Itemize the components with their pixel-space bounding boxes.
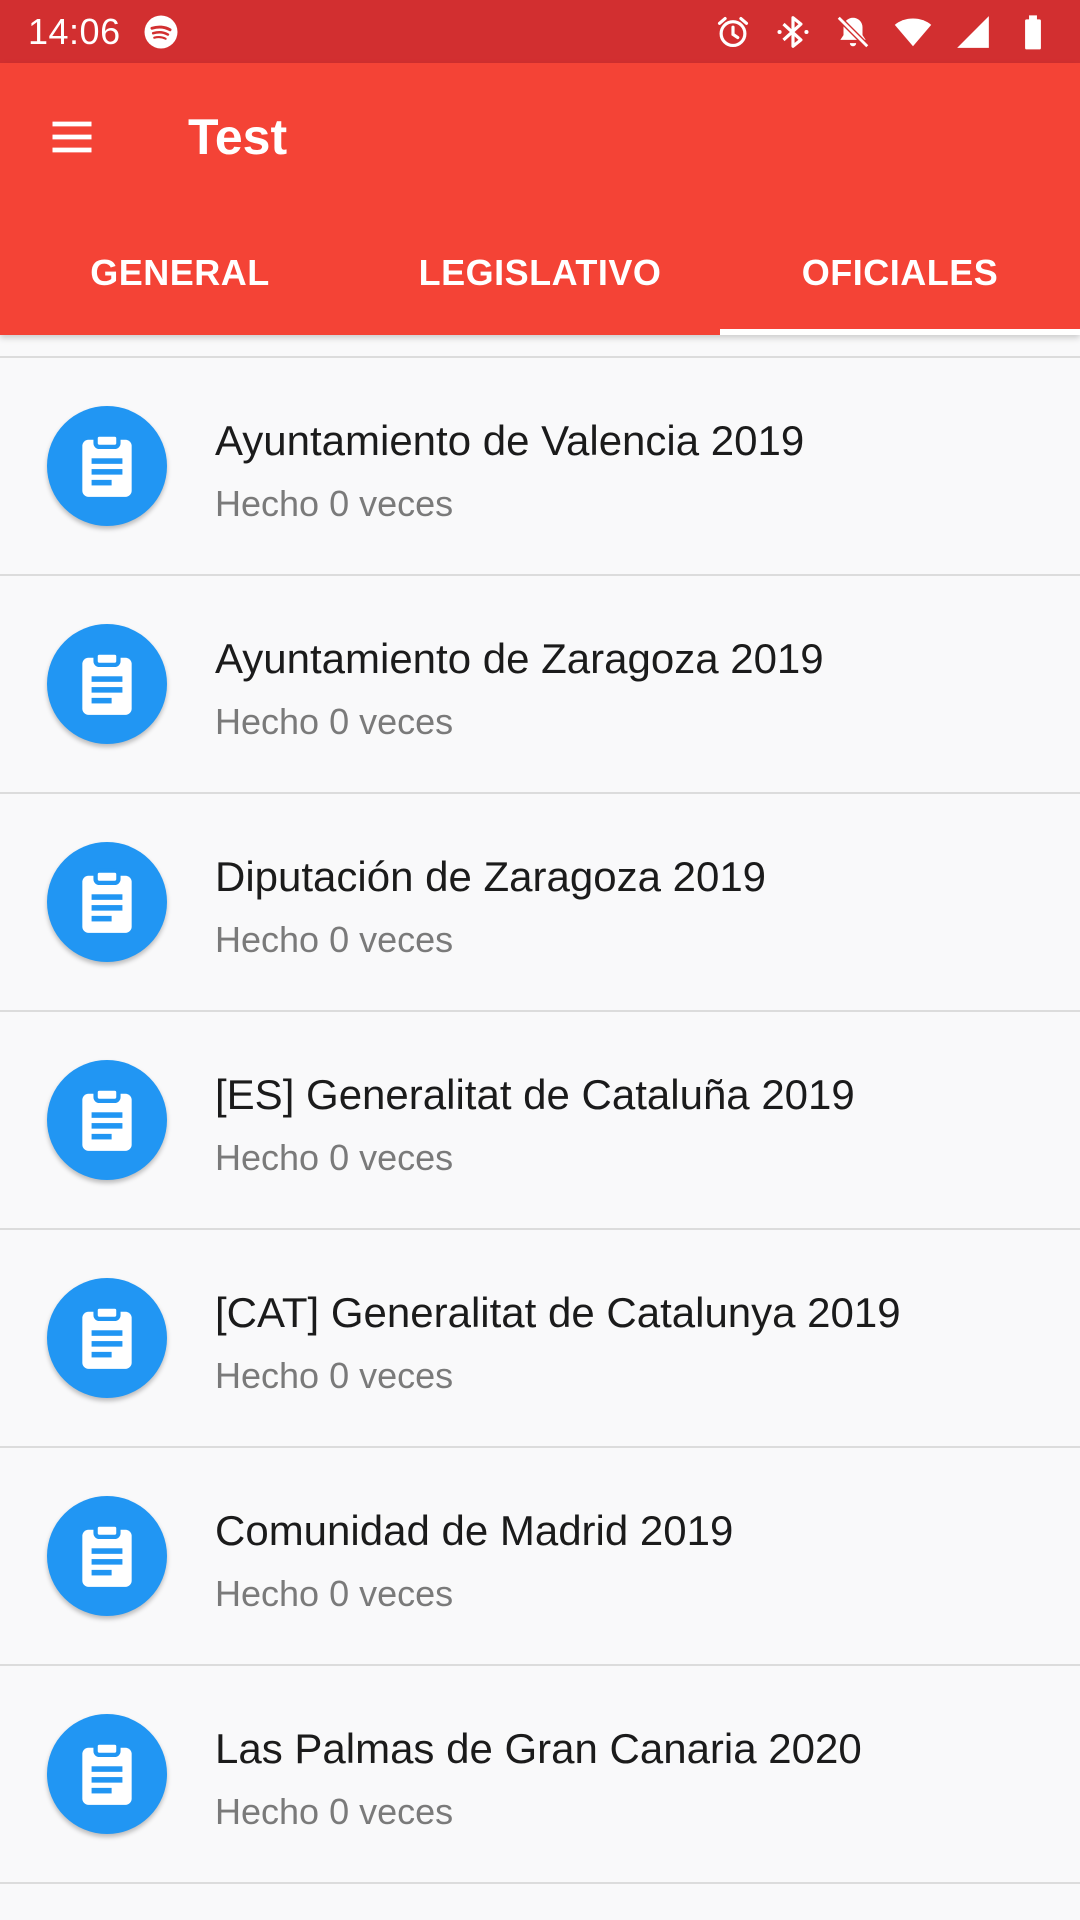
item-title: Comunidad de Madrid 2019 (215, 1507, 734, 1554)
tab-general[interactable]: GENERAL (0, 211, 360, 335)
clipboard-icon (82, 1086, 132, 1151)
item-title: Ayuntamiento de Valencia 2019 (215, 417, 805, 464)
item-subtitle: Hecho 0 veces (215, 701, 454, 742)
wifi-icon (894, 18, 932, 46)
alarm-icon (717, 16, 749, 47)
status-bar: 14:06 (0, 0, 1080, 63)
item-subtitle: Hecho 0 veces (215, 1791, 454, 1832)
item-subtitle: Hecho 0 veces (215, 483, 454, 524)
battery-icon (1025, 14, 1041, 49)
item-avatar (47, 1496, 167, 1616)
tab-label: GENERAL (90, 252, 270, 293)
item-avatar (47, 406, 167, 526)
test-list: Ayuntamiento de Valencia 2019 Hecho 0 ve… (0, 356, 1080, 1884)
list-item[interactable]: Las Palmas de Gran Canaria 2020 Hecho 0 … (0, 1666, 1080, 1884)
spotify-icon (144, 15, 178, 48)
tab-bar: GENERAL LEGISLATIVO OFICIALES (0, 211, 1080, 335)
clipboard-icon (82, 432, 132, 497)
clipboard-icon (82, 1304, 132, 1369)
clipboard-icon (82, 868, 132, 933)
item-subtitle: Hecho 0 veces (215, 1573, 454, 1614)
item-subtitle: Hecho 0 veces (215, 1355, 454, 1396)
status-time: 14:06 (28, 10, 121, 52)
tab-indicator (720, 329, 1080, 335)
tab-label: LEGISLATIVO (418, 252, 662, 293)
clipboard-icon (82, 1740, 132, 1805)
status-icons (714, 13, 1052, 51)
hamburger-menu-icon (52, 121, 92, 153)
item-avatar (47, 1714, 167, 1834)
item-title: Las Palmas de Gran Canaria 2020 (215, 1725, 862, 1772)
page-title: Test (188, 109, 288, 165)
tab-oficiales[interactable]: OFICIALES (720, 211, 1080, 335)
item-title: Diputación de Zaragoza 2019 (215, 853, 767, 900)
list-item[interactable]: Ayuntamiento de Zaragoza 2019 Hecho 0 ve… (0, 576, 1080, 794)
notifications-off-icon (836, 15, 870, 48)
tab-legislativo[interactable]: LEGISLATIVO (360, 211, 720, 335)
bluetooth-icon (777, 15, 809, 48)
list-item[interactable]: [ES] Generalitat de Cataluña 2019 Hecho … (0, 1012, 1080, 1230)
tab-label: OFICIALES (801, 252, 999, 293)
app-bar: Test GENERAL LEGISLATIVO OFICIALES (0, 63, 1080, 335)
item-avatar (47, 1060, 167, 1180)
item-avatar (47, 842, 167, 962)
item-avatar (47, 624, 167, 744)
list-item[interactable]: [CAT] Generalitat de Catalunya 2019 Hech… (0, 1230, 1080, 1448)
clipboard-icon (82, 1522, 132, 1587)
item-title: Ayuntamiento de Zaragoza 2019 (215, 635, 824, 682)
toolbar: Test (0, 63, 1080, 211)
item-title: [ES] Generalitat de Cataluña 2019 (215, 1071, 855, 1118)
signal-icon (957, 15, 989, 48)
item-subtitle: Hecho 0 veces (215, 1137, 454, 1178)
menu-button[interactable] (42, 107, 102, 167)
item-avatar (47, 1278, 167, 1398)
item-subtitle: Hecho 0 veces (215, 919, 454, 960)
list-item[interactable]: Diputación de Zaragoza 2019 Hecho 0 vece… (0, 794, 1080, 1012)
list-item[interactable]: Ayuntamiento de Valencia 2019 Hecho 0 ve… (0, 358, 1080, 576)
clipboard-icon (82, 650, 132, 715)
item-title: [CAT] Generalitat de Catalunya 2019 (215, 1289, 901, 1336)
list-item[interactable]: Comunidad de Madrid 2019 Hecho 0 veces (0, 1448, 1080, 1666)
